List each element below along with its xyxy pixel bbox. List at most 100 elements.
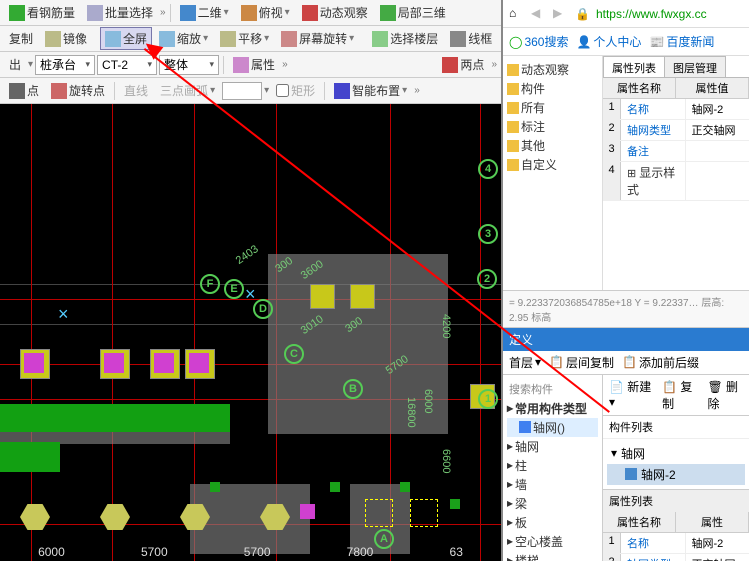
plan-view-button[interactable]: 俯视▾	[236, 1, 295, 24]
batch-label: 批量选择	[105, 4, 153, 21]
zoom-label: 缩放	[177, 30, 201, 47]
toolbar-row-2: 复制 镜像 全屏 缩放▾ 平移▾ 屏幕旋转▾ 选择楼层 线框	[0, 26, 501, 52]
prop-table-header: 属性名称属性值	[603, 78, 749, 99]
properties-button[interactable]: 属性	[228, 53, 280, 76]
person-icon: 👤	[576, 35, 591, 49]
prop-row[interactable]: 2轴网类型正交轴网	[603, 120, 749, 141]
pan-label: 平移	[238, 30, 262, 47]
tree-item[interactable]: ▸ 楼梯	[507, 551, 598, 561]
tree-item[interactable]: 自定义	[507, 155, 598, 174]
rebar-button[interactable]: 看钢筋量	[4, 1, 80, 24]
axis-bubble-c: C	[284, 344, 304, 364]
prop-row[interactable]: 2轴网类型正交轴网	[603, 554, 749, 561]
point-button[interactable]: 点	[4, 79, 44, 102]
tree-header[interactable]: ▸ 常用构件类型	[507, 399, 598, 418]
cad-app-panel: 看钢筋量 批量选择 » 二维▾ 俯视▾ 动态观察 局部三维 复制 镜像 全屏 缩…	[0, 0, 503, 561]
user-center-link[interactable]: 👤个人中心	[576, 33, 641, 50]
pan-button[interactable]: 平移▾	[215, 27, 274, 50]
property-tabs: 属性列表 图层管理	[603, 56, 749, 78]
definition-toolbar: 首层 ▾ 📋 层间复制 📋 添加前后缀	[503, 351, 749, 375]
tree-item[interactable]: ▸ 墙	[507, 475, 598, 494]
prop-row[interactable]: 3备注	[603, 141, 749, 162]
arc3-label: 三点画弧	[160, 82, 208, 99]
axis-bubble-1: 1	[478, 389, 498, 409]
prop-row[interactable]: 1名称轴网-2	[603, 99, 749, 120]
tree-axis[interactable]: 轴网()	[507, 418, 598, 437]
tree-item[interactable]: ▸ 空心楼盖	[507, 532, 598, 551]
tab-layers[interactable]: 图层管理	[664, 56, 726, 77]
save-current-button[interactable]: 📋 添加前后缀	[622, 354, 699, 371]
tree-item[interactable]: 所有	[507, 98, 598, 117]
color-picker[interactable]	[222, 82, 262, 100]
rotpoint-label: 旋转点	[69, 82, 105, 99]
tree-item[interactable]: ▸ 梁	[507, 494, 598, 513]
toolbar-more-3[interactable]: »	[282, 59, 288, 70]
axis-bubble-4: 4	[478, 159, 498, 179]
tree-item[interactable]: ▸ 轴网	[507, 437, 598, 456]
properties-area: 属性列表 图层管理 属性名称属性值 1名称轴网-2 2轴网类型正交轴网 3备注 …	[603, 56, 749, 290]
dynview-label: 动态观察	[320, 4, 368, 21]
twopoint-label: 两点	[460, 56, 484, 73]
view2d-button[interactable]: 二维▾	[175, 1, 234, 24]
tree-item[interactable]: 其他	[507, 136, 598, 155]
axis-bubble-e: E	[224, 279, 244, 299]
browser-bookmark-bar: ◯360搜索 👤个人中心 📰百度新闻	[503, 28, 749, 56]
prop-row[interactable]: 4⊞ 显示样式	[603, 162, 749, 201]
grid-marker: ×	[58, 304, 69, 325]
lock-icon: 🔒	[575, 7, 590, 21]
dim-label: 6000	[422, 389, 434, 413]
tree-item[interactable]: ▸ 柱	[507, 456, 598, 475]
new-button[interactable]: 📄 新建 ▾	[609, 378, 652, 412]
browser-panel: ⌂ ◀ ▶ 🔒 https://www.fwxgx.cc ◯360搜索 👤个人中…	[503, 0, 749, 561]
rect-button[interactable]: 矩形	[271, 79, 320, 102]
prop-row[interactable]: 1名称轴网-2	[603, 533, 749, 554]
rect-checkbox[interactable]	[276, 84, 289, 97]
tree-item[interactable]: 标注	[507, 117, 598, 136]
screen-rotate-button[interactable]: 屏幕旋转▾	[276, 27, 359, 50]
ct-dropdown[interactable]: CT-2▾	[97, 55, 157, 75]
baidu-news-link[interactable]: 📰百度新闻	[649, 33, 714, 50]
delete-button[interactable]: 🗑 删除	[707, 378, 743, 412]
wireframe-button[interactable]: 线框	[445, 27, 497, 50]
between-floor-button[interactable]: 📋 层间复制	[549, 354, 614, 371]
search-360-link[interactable]: ◯360搜索	[509, 33, 568, 50]
tree-item[interactable]: 动态观察	[507, 60, 598, 79]
grid-marker: ×	[245, 284, 256, 305]
rect-label: 矩形	[291, 82, 315, 99]
mirror-button[interactable]: 镜像	[40, 27, 92, 50]
toolbar-more-1[interactable]: »	[160, 7, 166, 18]
smart-layout-button[interactable]: 智能布置▾	[329, 79, 412, 102]
back-icon[interactable]: ◀	[531, 6, 547, 22]
bottom-properties: 属性列表 属性名称属性 1名称轴网-2 2轴网类型正交轴网	[603, 489, 749, 561]
copy-button[interactable]: 📋 复制	[662, 378, 697, 412]
axis-bubble-2: 2	[477, 269, 497, 289]
url-text[interactable]: https://www.fwxgx.cc	[596, 7, 707, 21]
tree-item[interactable]: 构件	[507, 79, 598, 98]
tab-properties[interactable]: 属性列表	[603, 56, 665, 77]
search-components[interactable]: 搜索构件	[507, 379, 598, 399]
point-label: 点	[27, 82, 39, 99]
tree-item[interactable]: ▸ 板	[507, 513, 598, 532]
axis-bubble-f: F	[200, 274, 220, 294]
rotate-point-button[interactable]: 旋转点	[46, 79, 110, 102]
drawing-canvas[interactable]: × × A B C D E F 1 2 3 4 2403 300 3600 30…	[0, 104, 501, 561]
batch-select-button[interactable]: 批量选择	[82, 1, 158, 24]
line-label: 直线	[124, 82, 148, 99]
axis-bubble-d: D	[253, 299, 273, 319]
select-floor-button[interactable]: 选择楼层	[367, 27, 443, 50]
forward-icon[interactable]: ▶	[553, 6, 569, 22]
home-icon[interactable]: ⌂	[509, 6, 525, 22]
line-button[interactable]: 直线	[119, 79, 153, 102]
component-item[interactable]: ▾ 轴网	[607, 443, 745, 464]
copy-button[interactable]: 复制	[4, 27, 38, 50]
toolbar-more-4[interactable]: »	[414, 85, 420, 96]
dynamic-view-button[interactable]: 动态观察	[297, 1, 373, 24]
axis-bubble-b: B	[343, 379, 363, 399]
two-point-button[interactable]: 两点	[437, 53, 489, 76]
definition-panel: 定义 首层 ▾ 📋 层间复制 📋 添加前后缀 搜索构件 ▸ 常用构件类型 轴网(…	[503, 328, 749, 561]
local3d-button[interactable]: 局部三维	[375, 1, 451, 24]
component-item-selected[interactable]: 轴网-2	[607, 464, 745, 485]
export-button[interactable]: 出	[4, 53, 26, 76]
pile-dropdown[interactable]: 桩承台▾	[35, 55, 95, 75]
whole-dropdown[interactable]: 整体▾	[159, 55, 219, 75]
